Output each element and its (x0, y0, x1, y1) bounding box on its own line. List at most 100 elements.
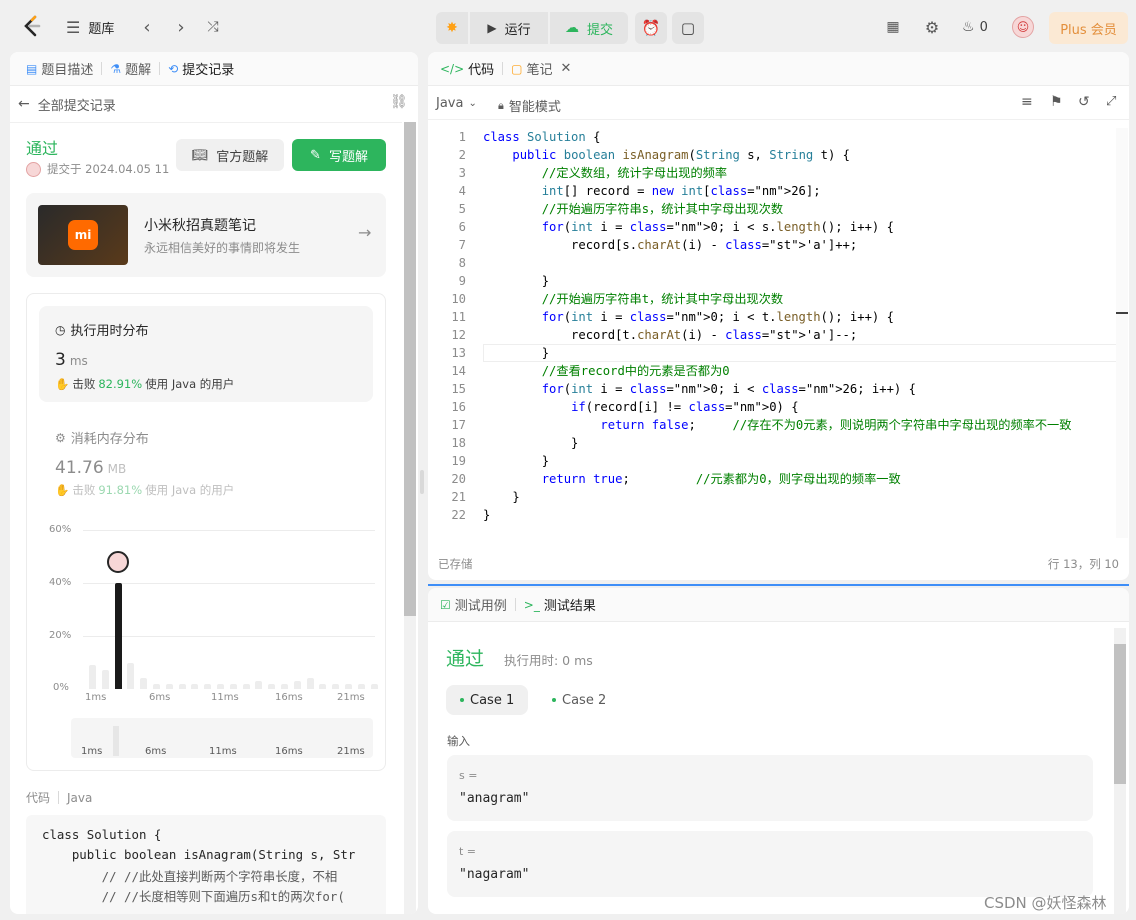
code-line[interactable]: 17 return false; //存在不为0元素，则说明两个字符串中字母出现… (428, 416, 1116, 434)
code-line[interactable]: 9 } (428, 272, 1116, 290)
chart-bar[interactable] (268, 683, 276, 689)
back-to-submissions[interactable]: ← 全部提交记录 (18, 94, 116, 114)
submit-button[interactable]: ☁ 提交 (550, 12, 628, 44)
timer-button[interactable]: ⏰ (635, 12, 667, 44)
chart-bar[interactable] (217, 683, 224, 689)
memory-card[interactable]: ⚙ 消耗内存分布 41.76 MB ✋ 击败 91.81% 使用 Java 的用… (39, 416, 373, 506)
code-line[interactable]: 5 //开始遍历字符串s，统计其中字母出现次数 (428, 200, 1116, 218)
chart-bar[interactable] (281, 683, 288, 689)
runtime-card[interactable]: ◷ 执行用时分布 3 ms ✋ 击败 82.91% 使用 Java 的用户 (39, 306, 373, 402)
chart-bar[interactable] (370, 683, 378, 689)
case-tab-2[interactable]: Case 2 (538, 685, 620, 715)
code-line[interactable]: 2 public boolean isAnagram(String s, Str… (428, 146, 1116, 164)
code-line[interactable]: 15 for(int i = class="nm">0; i < class="… (428, 380, 1116, 398)
problem-list-button[interactable]: ☰ 题库 (66, 16, 114, 38)
scroll-thumb[interactable] (404, 122, 416, 616)
left-scrollbar[interactable] (404, 122, 416, 914)
reset-icon[interactable]: ↺ (1078, 94, 1090, 110)
chart-bar[interactable] (293, 681, 301, 689)
chart-bar[interactable] (165, 683, 173, 689)
notes-button[interactable]: ▢ (672, 12, 704, 44)
code-line[interactable]: 8 (428, 254, 1116, 272)
chart-bar[interactable] (229, 683, 237, 689)
scroll-thumb[interactable] (1114, 644, 1126, 784)
chart-bar[interactable] (140, 678, 148, 689)
code-line[interactable]: 19 } (428, 452, 1116, 470)
code-line[interactable]: 11 for(int i = class="nm">0; i < t.lengt… (428, 308, 1116, 326)
chart-bar[interactable] (242, 683, 250, 689)
language-select[interactable]: Java ⌄ (436, 96, 477, 111)
debug-button[interactable]: ✸ (436, 12, 468, 44)
range-handle[interactable] (113, 726, 119, 756)
gear-icon[interactable]: ⚙ (923, 18, 941, 37)
chart-bar[interactable] (204, 683, 212, 689)
official-solution-button[interactable]: 📖︎ 官方题解 (176, 139, 284, 171)
code-text: return true; //元素都为0，则字母出现的频率一致 (541, 472, 901, 486)
chart-bar[interactable] (153, 683, 160, 689)
line-number: 3 (458, 166, 466, 180)
tab-submissions[interactable]: ⟲ 提交记录 (160, 52, 242, 86)
plus-membership-button[interactable]: Plus 会员 (1049, 12, 1128, 44)
shuffle-icon[interactable]: ⤮ (203, 16, 223, 38)
tab-description[interactable]: ▤ 题目描述 (18, 52, 101, 86)
code-line[interactable]: 6 for(int i = class="nm">0; i < s.length… (428, 218, 1116, 236)
chart-bar[interactable] (191, 683, 199, 689)
code-line[interactable]: 7 record[s.charAt(i) - class="st">'a']++… (428, 236, 1116, 254)
book-icon: 📖︎ (191, 147, 209, 163)
link-icon[interactable]: ⛓ (390, 94, 408, 110)
chart-bar[interactable] (101, 670, 109, 689)
code-line[interactable]: 20 return true; //元素都为0，则字母出现的频率一致 (428, 470, 1116, 488)
chart-range-selector[interactable]: 1ms 6ms 11ms 16ms 21ms (71, 718, 373, 758)
promo-card[interactable]: mi 小米秋招真题笔记 永远相信美好的事情即将发生 → (26, 193, 386, 277)
chart-bar[interactable] (306, 678, 314, 689)
leetcode-logo[interactable] (20, 14, 44, 38)
code-line[interactable]: 14 //查看record中的元素是否都为0 (428, 362, 1116, 380)
chart-bar[interactable] (332, 683, 340, 689)
avatar[interactable]: ☺ (1012, 16, 1034, 38)
close-icon[interactable]: ✕ (561, 61, 572, 76)
code-line[interactable]: 10 //开始遍历字符串t，统计其中字母出现次数 (428, 290, 1116, 308)
write-solution-button[interactable]: ✎ 写题解 (292, 139, 386, 171)
mini-x-tick: 16ms (275, 746, 303, 757)
layout-icon[interactable]: ▦ (884, 18, 902, 36)
tab-notes[interactable]: ▢ 笔记 ✕ (503, 52, 579, 86)
prev-problem-icon[interactable]: ‹ (138, 16, 156, 38)
chart-bar[interactable] (345, 683, 352, 689)
fullscreen-icon[interactable]: ⤢ (1106, 94, 1116, 109)
chart-bar[interactable] (114, 583, 122, 689)
chart-bar[interactable] (357, 683, 365, 689)
code-line[interactable]: 3 //定义数组，统计字母出现的频率 (428, 164, 1116, 182)
tab-code[interactable]: </> 代码 (432, 52, 502, 86)
chart-bar[interactable] (319, 683, 327, 689)
smart-mode-toggle[interactable]: 🔒︎ 智能模式 (498, 96, 561, 116)
code-line[interactable]: 21 } (428, 488, 1116, 506)
code-line[interactable]: 4 int[] record = new int[class="nm">26]; (428, 182, 1116, 200)
chart-bar[interactable] (89, 665, 96, 689)
code-editor[interactable]: 1 class Solution {2 public boolean isAnag… (428, 128, 1116, 528)
run-button[interactable]: ▶ 运行 (470, 12, 548, 44)
next-problem-icon[interactable]: › (172, 16, 190, 38)
editor-scrollbar[interactable] (1116, 128, 1128, 538)
tab-testcase[interactable]: ☑ 测试用例 (432, 588, 515, 622)
code-line[interactable]: 12 record[t.charAt(i) - class="st">'a']-… (428, 326, 1116, 344)
tab-solutions[interactable]: ⚗ 题解 (102, 52, 159, 86)
line-number: 11 (451, 310, 466, 324)
panel-splitter[interactable] (420, 470, 424, 494)
chart-bar[interactable] (255, 681, 263, 689)
result-status: 通过 (446, 648, 485, 670)
case-tab-1[interactable]: Case 1 (446, 685, 529, 715)
tab-test-result[interactable]: >_ 测试结果 (516, 588, 604, 622)
bookmark-icon[interactable]: ⚑ (1050, 94, 1063, 110)
code-text: //开始遍历字符串s，统计其中字母出现次数 (541, 202, 784, 216)
code-line[interactable]: 16 if(record[i] != class="nm">0) { (428, 398, 1116, 416)
code-line[interactable]: 18 } (428, 434, 1116, 452)
format-icon[interactable]: ≡ (1021, 94, 1033, 110)
editor-result-splitter[interactable] (428, 584, 1129, 586)
code-line[interactable]: 22} (428, 506, 1116, 524)
code-line[interactable]: 1 class Solution { (428, 128, 1116, 146)
submitted-code-block[interactable]: class Solution { public boolean isAnagra… (26, 815, 386, 914)
result-scrollbar[interactable] (1114, 628, 1126, 914)
chart-bar[interactable] (178, 683, 186, 689)
streak-counter[interactable]: ♨ 0 (962, 18, 988, 36)
chart-bar[interactable] (127, 662, 135, 689)
